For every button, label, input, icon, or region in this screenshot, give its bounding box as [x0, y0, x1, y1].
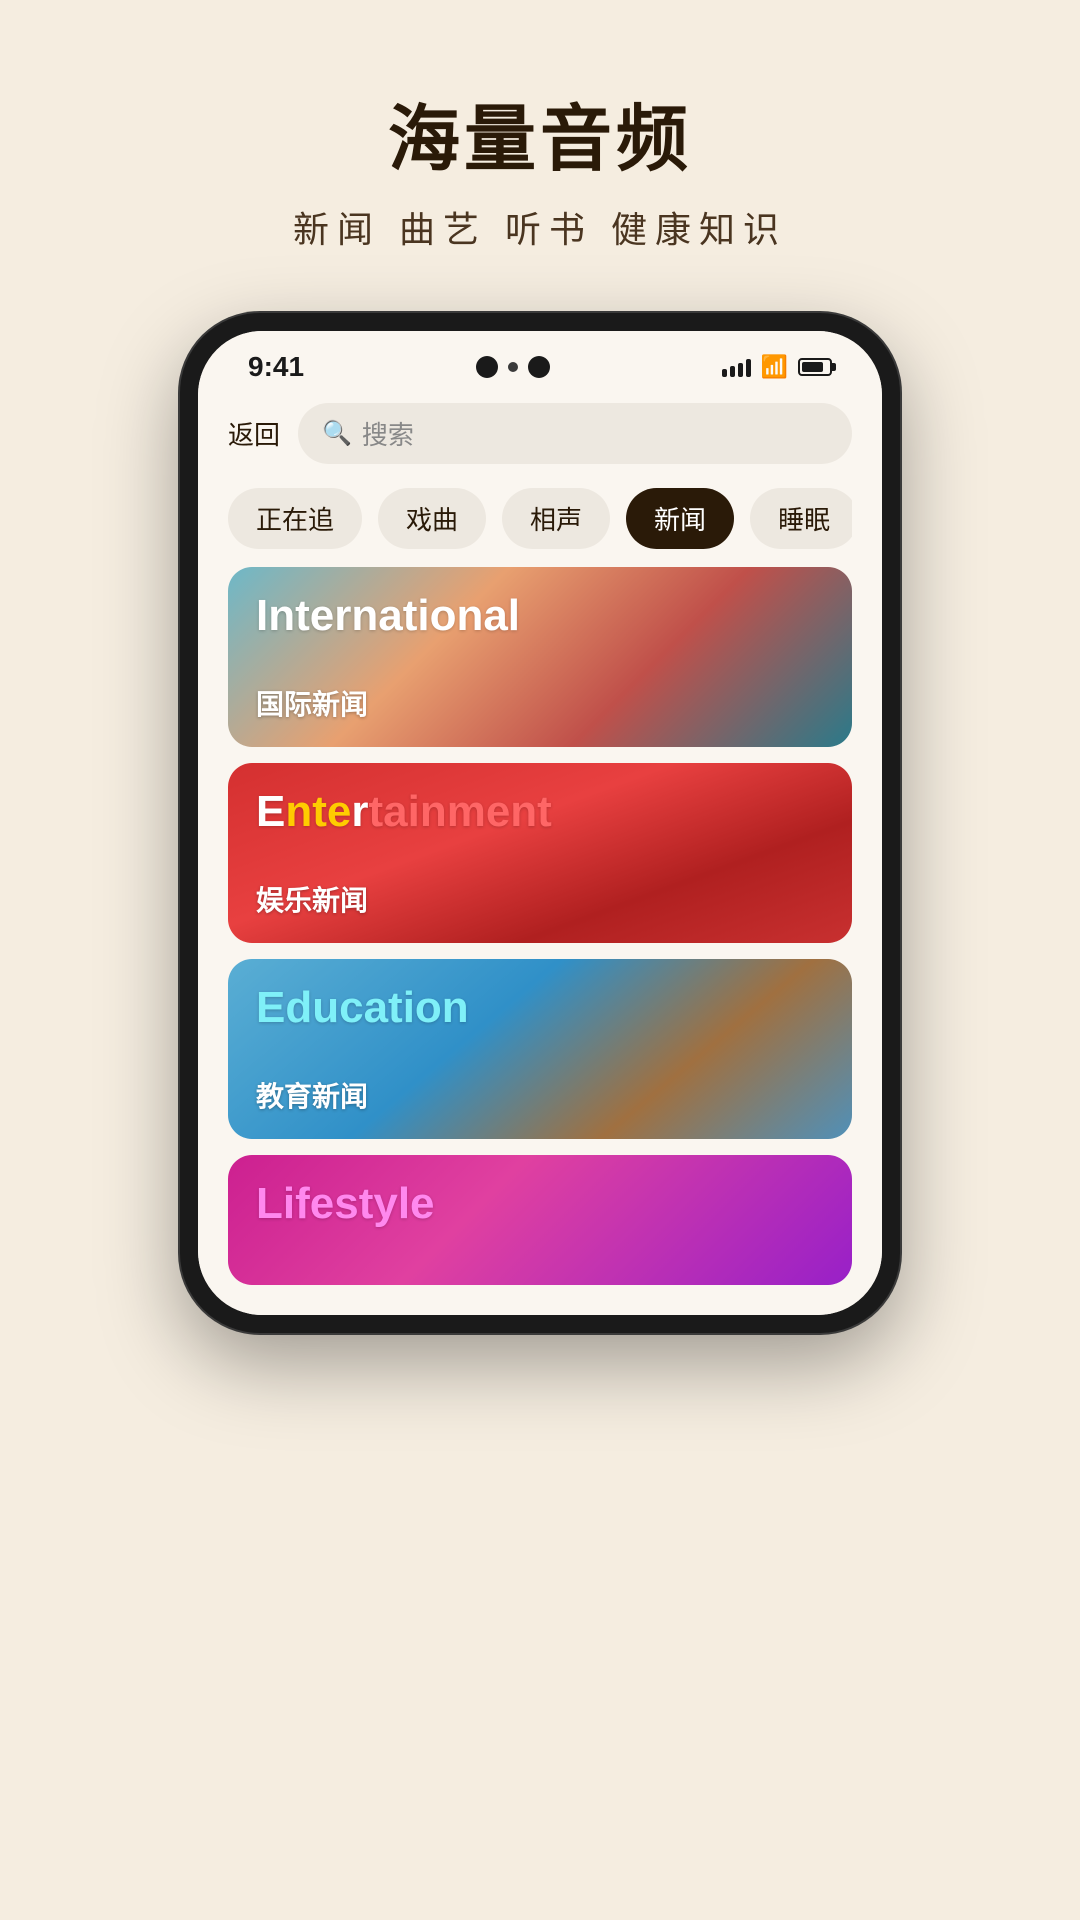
phone-inner: 9:41 📶 [198, 331, 882, 1315]
card-education-zh-title: 教育新闻 [256, 1075, 824, 1115]
tab-drama[interactable]: 戏曲 [378, 488, 486, 549]
card-education-content: Education 教育新闻 [228, 959, 852, 1139]
camera-dot [476, 356, 498, 378]
page-header: 海量音频 新闻 曲艺 听书 健康知识 [293, 80, 787, 253]
battery-fill [802, 362, 823, 372]
ent-nte: nte [285, 787, 351, 836]
card-lifestyle-en-title: Lifestyle [256, 1179, 824, 1229]
phone-mockup: 9:41 📶 [180, 313, 900, 1333]
status-notch [476, 356, 550, 378]
tab-following[interactable]: 正在追 [228, 488, 362, 549]
category-tabs: 正在追 戏曲 相声 新闻 睡眠 [228, 480, 852, 567]
card-lifestyle-content: Lifestyle [228, 1155, 852, 1285]
page-title: 海量音频 [293, 80, 787, 185]
card-international[interactable]: International 国际新闻 [228, 567, 852, 747]
signal-icon [722, 357, 751, 377]
card-entertainment-zh-title: 娱乐新闻 [256, 879, 824, 919]
card-international-content: International 国际新闻 [228, 567, 852, 747]
status-bar: 9:41 📶 [198, 331, 882, 393]
status-icons: 📶 [722, 354, 832, 380]
wifi-icon: 📶 [761, 354, 788, 380]
faceid-dot [528, 356, 550, 378]
card-entertainment[interactable]: Entertainment 娱乐新闻 [228, 763, 852, 943]
search-bar[interactable]: 🔍 搜索 [298, 403, 852, 464]
cards-list: International 国际新闻 Entertainment 娱乐新闻 [228, 567, 852, 1285]
search-icon: 🔍 [322, 419, 352, 448]
app-content: 返回 🔍 搜索 正在追 戏曲 相声 新闻 睡眠 [198, 393, 882, 1315]
ent-r: r [351, 787, 368, 836]
card-education[interactable]: Education 教育新闻 [228, 959, 852, 1139]
page-subtitle: 新闻 曲艺 听书 健康知识 [293, 201, 787, 253]
notch-dot [508, 362, 518, 372]
nav-bar: 返回 🔍 搜索 [228, 393, 852, 480]
ent-tainment: tainment [368, 787, 551, 836]
tab-sleep[interactable]: 睡眠 [750, 488, 852, 549]
status-time: 9:41 [248, 351, 304, 383]
card-international-zh-title: 国际新闻 [256, 683, 824, 723]
card-international-en-title: International [256, 591, 824, 641]
card-entertainment-content: Entertainment 娱乐新闻 [228, 763, 852, 943]
search-placeholder: 搜索 [362, 415, 414, 452]
card-education-en-title: Education [256, 983, 824, 1033]
tab-crosstalk[interactable]: 相声 [502, 488, 610, 549]
tab-news[interactable]: 新闻 [626, 488, 734, 549]
card-lifestyle[interactable]: Lifestyle [228, 1155, 852, 1285]
ent-e: E [256, 787, 285, 836]
back-button[interactable]: 返回 [228, 415, 280, 452]
phone-outer: 9:41 📶 [180, 313, 900, 1333]
card-entertainment-en-title: Entertainment [256, 787, 824, 837]
battery-icon [798, 358, 832, 376]
